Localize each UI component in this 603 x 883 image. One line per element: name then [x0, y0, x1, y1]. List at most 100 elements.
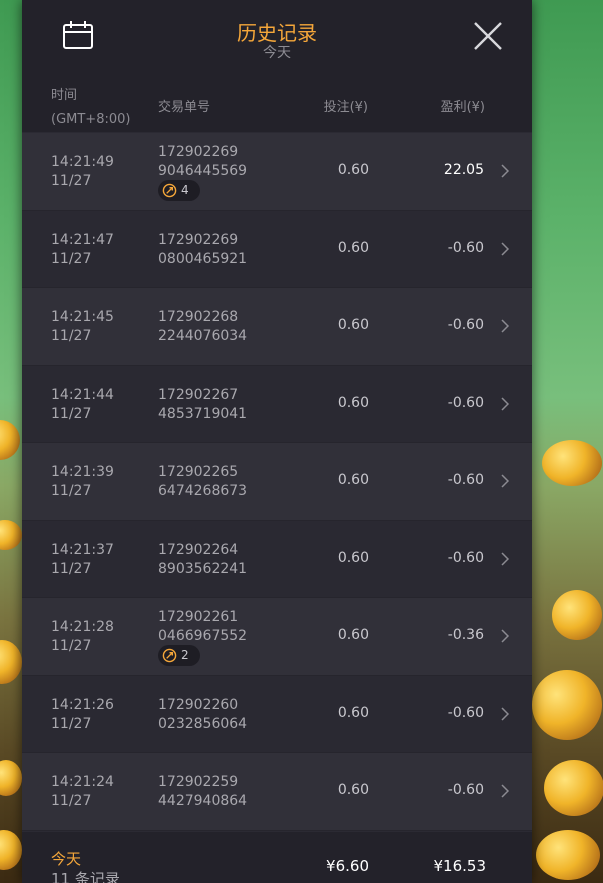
column-profit: 盈利(¥): [440, 100, 485, 115]
row-transaction-id: 172902269 9046445569: [158, 143, 247, 181]
page-subtitle[interactable]: 今天: [22, 42, 532, 62]
row-date-value: 11/27: [51, 560, 92, 577]
row-time-value: 14:21:39: [51, 464, 114, 480]
summary-count: 11 条记录: [51, 870, 120, 883]
chevron-right-icon[interactable]: [500, 473, 510, 489]
chevron-right-icon[interactable]: [500, 628, 510, 644]
row-transaction-id-line2: 0466967552: [158, 628, 248, 644]
column-timezone-label: (GMT+8:00): [51, 112, 131, 127]
row-profit: -0.60: [447, 317, 484, 333]
table-row[interactable]: 14:21:26 11/27 172902260 0232856064 0.60 -0.6…: [22, 675, 532, 753]
row-profit: -0.60: [447, 782, 484, 798]
row-transaction-id: 172902259 4427940864: [158, 773, 247, 811]
row-date-value: 11/27: [51, 793, 92, 809]
row-bet: 0.60: [337, 239, 369, 256]
history-list: 14:21:49 11/27 172902269 9046445569 4 0.60 22.…: [22, 133, 532, 831]
row-time: 14:21:26 11/27: [51, 696, 114, 734]
free-spin-icon: [162, 648, 177, 663]
row-profit: 22.05: [443, 162, 484, 178]
row-time: 14:21:49 11/27: [51, 153, 114, 191]
row-bet: 0.60: [337, 162, 369, 178]
row-transaction-id-line2: 0232856064: [158, 715, 248, 732]
row-profit: -0.60: [447, 549, 484, 566]
summary-total-profit: ¥16.53: [433, 857, 487, 875]
chevron-right-icon[interactable]: [500, 241, 510, 257]
row-transaction-id: 172902268 2244076034: [158, 308, 247, 346]
row-bet: 0.60: [337, 394, 369, 411]
close-icon[interactable]: [472, 20, 504, 52]
row-date-value: 11/27: [51, 715, 92, 732]
row-transaction-id-line2: 6474268673: [158, 483, 248, 499]
row-time-value: 14:21:24: [51, 774, 114, 790]
row-transaction-id-line1: 172902269: [158, 231, 239, 248]
summary-day: 今天: [51, 850, 82, 868]
history-panel: 历史记录 今天 时间 (GMT+8:00) 交易单号 投注(¥) 盈利(¥) 1…: [22, 0, 532, 883]
row-profit: -0.60: [447, 704, 484, 721]
column-header: 时间 (GMT+8:00) 交易单号 投注(¥) 盈利(¥): [22, 80, 532, 132]
row-transaction-id-line1: 172902268: [158, 309, 239, 325]
row-transaction-id-line1: 172902267: [158, 386, 239, 403]
row-time: 14:21:45 11/27: [51, 308, 114, 346]
column-transaction-id: 交易单号: [158, 100, 211, 115]
table-row[interactable]: 14:21:39 11/27 172902265 6474268673 0.60 -0.6…: [22, 443, 532, 521]
row-time-value: 14:21:28: [51, 619, 114, 635]
row-bet: 0.60: [337, 627, 369, 643]
free-spin-badge: 4: [158, 180, 200, 201]
row-time: 14:21:37 11/27: [51, 541, 114, 579]
table-row[interactable]: 14:21:37 11/27 172902264 8903562241 0.60 -0.6…: [22, 520, 532, 598]
row-time-value: 14:21:49: [51, 154, 114, 170]
table-row[interactable]: 14:21:49 11/27 172902269 9046445569 4 0.60 22.…: [22, 133, 532, 211]
row-transaction-id: 172902267 4853719041: [158, 386, 247, 424]
row-date-value: 11/27: [51, 483, 92, 499]
row-date-value: 11/27: [51, 250, 92, 267]
row-time: 14:21:24 11/27: [51, 773, 114, 811]
row-transaction-id-line1: 172902265: [158, 464, 239, 480]
chevron-right-icon[interactable]: [500, 551, 510, 567]
row-date-value: 11/27: [51, 173, 92, 189]
row-bet: 0.60: [337, 317, 369, 333]
panel-header: 历史记录 今天: [22, 0, 532, 81]
row-date-value: 11/27: [51, 405, 92, 422]
table-row[interactable]: 14:21:28 11/27 172902261 0466967552 2 0.60 -0.…: [22, 598, 532, 676]
free-spin-icon: [162, 183, 177, 198]
row-bet: 0.60: [337, 782, 369, 798]
row-date-value: 11/27: [51, 328, 92, 344]
background-left: [0, 0, 22, 883]
chevron-right-icon[interactable]: [500, 396, 510, 412]
row-transaction-id-line1: 172902259: [158, 774, 239, 790]
row-time: 14:21:47 11/27: [51, 231, 114, 269]
background-right: [532, 0, 603, 883]
column-bet: 投注(¥): [323, 100, 368, 115]
row-time-value: 14:21:47: [51, 231, 114, 248]
row-time-value: 14:21:26: [51, 696, 114, 713]
row-profit: -0.60: [447, 472, 484, 488]
row-time: 14:21:28 11/27: [51, 618, 114, 656]
chevron-right-icon[interactable]: [500, 706, 510, 722]
table-row[interactable]: 14:21:45 11/27 172902268 2244076034 0.60 -0.6…: [22, 288, 532, 366]
row-transaction-id: 172902261 0466967552: [158, 608, 247, 646]
row-time: 14:21:44 11/27: [51, 386, 114, 424]
table-row[interactable]: 14:21:44 11/27 172902267 4853719041 0.60 -0.6…: [22, 365, 532, 443]
row-time-value: 14:21:45: [51, 309, 114, 325]
row-transaction-id-line2: 4427940864: [158, 793, 248, 809]
summary-total-bet: ¥6.60: [326, 857, 369, 875]
row-transaction-id: 172902264 8903562241: [158, 541, 247, 579]
chevron-right-icon[interactable]: [500, 783, 510, 799]
chevron-right-icon[interactable]: [500, 318, 510, 334]
table-row[interactable]: 14:21:47 11/27 172902269 0800465921 0.60 -0.6…: [22, 210, 532, 288]
row-transaction-id-line1: 172902264: [158, 541, 239, 558]
row-transaction-id: 172902260 0232856064: [158, 696, 247, 734]
table-row[interactable]: 14:21:24 11/27 172902259 4427940864 0.60 -0.6…: [22, 753, 532, 831]
row-transaction-id-line1: 172902261: [158, 609, 239, 625]
column-time: 时间 (GMT+8:00): [51, 84, 130, 132]
free-spin-badge: 2: [158, 645, 200, 666]
row-profit: -0.60: [447, 394, 484, 411]
row-transaction-id-line2: 0800465921: [158, 250, 248, 267]
row-transaction-id-line2: 2244076034: [158, 328, 248, 344]
chevron-right-icon[interactable]: [500, 163, 510, 179]
row-bet: 0.60: [337, 549, 369, 566]
summary-footer: 今天 11 条记录 ¥6.60 ¥16.53: [22, 832, 532, 883]
free-spin-count: 4: [181, 183, 189, 197]
row-profit: -0.60: [447, 239, 484, 256]
row-transaction-id-line1: 172902269: [158, 144, 239, 160]
